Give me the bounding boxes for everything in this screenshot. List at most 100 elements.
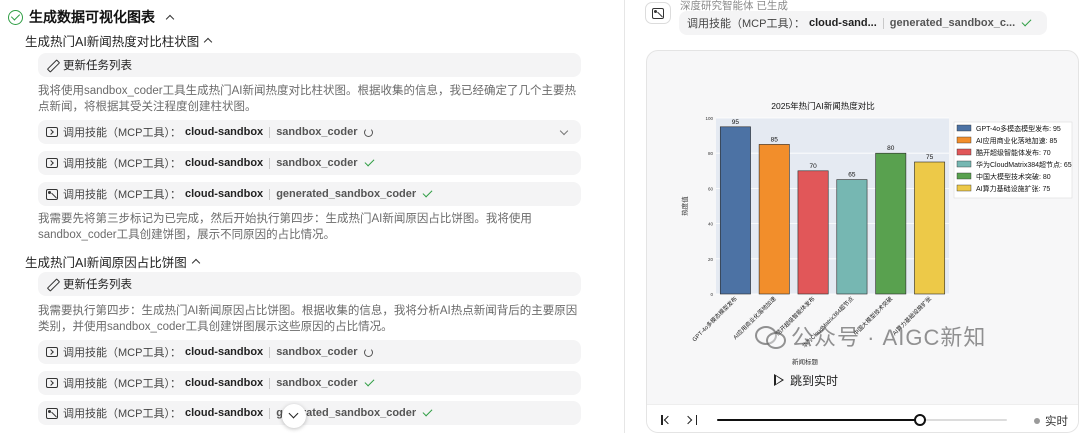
divider: [269, 188, 271, 200]
loading-spinner-icon: [363, 127, 373, 137]
tool-label: 调用技能（MCP工具）：: [63, 189, 181, 201]
tool-name: sandbox_coder: [276, 126, 358, 138]
assistant-message: 我需要先将第三步标记为已完成，然后开始执行第四步：生成热门AI新闻原因占比饼图。…: [38, 213, 532, 241]
terminal-icon: [46, 158, 58, 168]
checkmark-icon: [422, 406, 433, 417]
play-icon: [774, 374, 785, 387]
checkmark-icon: [1021, 16, 1032, 27]
update-task-label: 更新任务列表: [63, 279, 132, 291]
chevron-up-icon[interactable]: [191, 258, 201, 268]
checkmark-icon: [422, 187, 433, 198]
chevron-up-icon[interactable]: [165, 14, 175, 23]
legend-swatch: [956, 160, 972, 168]
legend-swatch: [956, 172, 972, 180]
tool-call-row[interactable]: 调用技能（MCP工具）： cloud-sandbox sandbox_coder: [38, 151, 581, 175]
legend-swatch: [956, 136, 972, 144]
tool-name: sandbox_coder: [276, 377, 358, 389]
legend-entry: GPT-4o多模态模型发布: 95: [976, 124, 1061, 133]
tool-label: 调用技能（MCP工具）：: [63, 378, 181, 390]
jump-to-live-button[interactable]: 跳到实时: [774, 372, 838, 389]
assistant-message: 我需要执行第四步：生成热门AI新闻原因占比饼图。根据收集的信息，我将分析AI热点…: [38, 305, 578, 333]
loading-spinner-icon: [363, 347, 373, 357]
tool-name: generated_sandbox_c...: [889, 17, 1016, 29]
legend-swatch: [956, 184, 972, 192]
update-task-list-item[interactable]: 更新任务列表: [38, 53, 581, 77]
skip-previous-icon[interactable]: [661, 415, 673, 425]
subsection-header-bar[interactable]: 生成热门AI新闻热度对比柱状图: [25, 31, 213, 50]
scroll-to-bottom-button[interactable]: [282, 404, 306, 428]
agent-avatar: [645, 2, 671, 24]
section-title: 生成数据可视化图表: [29, 9, 155, 25]
live-indicator[interactable]: 实时: [1034, 413, 1068, 429]
legend-swatch: [956, 124, 972, 132]
terminal-icon: [46, 347, 58, 357]
image-icon: [46, 188, 58, 200]
x-tick-label: 中国大模型技术突破: [852, 295, 895, 338]
tool-call-row[interactable]: 调用技能（MCP工具）： cloud-sandbox generated_san…: [38, 401, 581, 425]
slider-thumb[interactable]: [914, 414, 926, 426]
section-header[interactable]: 生成数据可视化图表: [8, 7, 175, 27]
chevron-down-icon[interactable]: [559, 126, 569, 136]
tool-call-row[interactable]: 调用技能（MCP工具）： cloud-sand... generated_san…: [679, 11, 1047, 35]
y-axis-label: 热度值: [680, 196, 689, 216]
y-tick-label: 60: [708, 186, 714, 191]
divider: [269, 407, 271, 419]
tool-call-row[interactable]: 调用技能（MCP工具）： cloud-sandbox sandbox_coder: [38, 371, 581, 395]
tool-name: generated_sandbox_coder: [276, 188, 417, 200]
bar-value-label: 95: [732, 119, 740, 126]
bar: [719, 126, 751, 295]
tool-server: cloud-sandbox: [184, 126, 264, 138]
x-axis-label: 新闻标题: [792, 357, 819, 366]
tool-call-row[interactable]: 调用技能（MCP工具）： cloud-sandbox sandbox_coder: [38, 120, 581, 144]
playback-controls: 实时: [647, 404, 1078, 432]
tool-label: 调用技能（MCP工具）：: [63, 347, 181, 359]
progress-fill: [717, 419, 920, 421]
tool-name: sandbox_coder: [276, 157, 358, 169]
chevron-up-icon[interactable]: [204, 37, 213, 47]
legend-entry: 中国大模型技术突破: 80: [976, 172, 1051, 181]
plot-area: [716, 118, 949, 294]
tool-server: cloud-sandbox: [184, 157, 264, 169]
y-tick-label: 20: [708, 257, 714, 262]
divider: [882, 17, 884, 29]
terminal-icon: [46, 378, 58, 388]
update-task-list-item[interactable]: 更新任务列表: [38, 272, 581, 296]
tool-call-row[interactable]: 调用技能（MCP工具）： cloud-sandbox sandbox_coder: [38, 340, 581, 364]
tool-server: cloud-sandbox: [184, 188, 264, 200]
tool-server: cloud-sandbox: [184, 346, 264, 358]
x-tick-label: AI应用商业化落地加速: [731, 295, 778, 342]
y-tick-label: 80: [708, 151, 714, 156]
y-tick-label: 0: [710, 292, 713, 297]
x-tick-label: AI算力基础设施扩张: [891, 295, 933, 337]
bar: [914, 161, 946, 295]
bar: [758, 144, 790, 295]
tool-label: 调用技能（MCP工具）：: [63, 127, 181, 139]
image-icon: [46, 407, 58, 419]
live-label: 实时: [1045, 416, 1068, 428]
bar-value-label: 70: [809, 163, 817, 170]
bar: [836, 179, 868, 295]
bar-value-label: 65: [848, 172, 856, 179]
tool-label: 调用技能（MCP工具）：: [63, 158, 181, 170]
jump-to-live-label: 跳到实时: [790, 374, 839, 388]
tool-server: cloud-sandbox: [184, 377, 264, 389]
pencil-icon: [47, 60, 58, 71]
bar-chart: 2025年热门AI新闻热度对比 95 85 70 65 80 75 0 20 40 60 80 10…: [680, 101, 1073, 366]
divider: [269, 157, 271, 169]
chart-title: 2025年热门AI新闻热度对比: [771, 101, 874, 111]
y-tick-label: 40: [708, 222, 714, 227]
tool-name: sandbox_coder: [276, 346, 358, 358]
divider: [269, 377, 271, 389]
skip-next-icon[interactable]: [685, 415, 697, 425]
legend-entry: 华为CloudMatrix384超节点: 65: [976, 160, 1072, 169]
tool-server: cloud-sand...: [808, 17, 877, 29]
tool-call-row[interactable]: 调用技能（MCP工具）： cloud-sandbox generated_san…: [38, 182, 581, 206]
divider: [269, 126, 271, 138]
legend-entry: AI算力基础设施扩张: 75: [976, 184, 1050, 193]
progress-slider[interactable]: [717, 414, 1007, 426]
tool-server: cloud-sandbox: [184, 407, 264, 419]
checkmark-icon: [364, 376, 374, 387]
x-tick-label: 酷开超级智能体发布: [774, 295, 817, 338]
divider: [269, 346, 271, 358]
subsection-header-pie[interactable]: 生成热门AI新闻原因占比饼图: [25, 252, 201, 271]
